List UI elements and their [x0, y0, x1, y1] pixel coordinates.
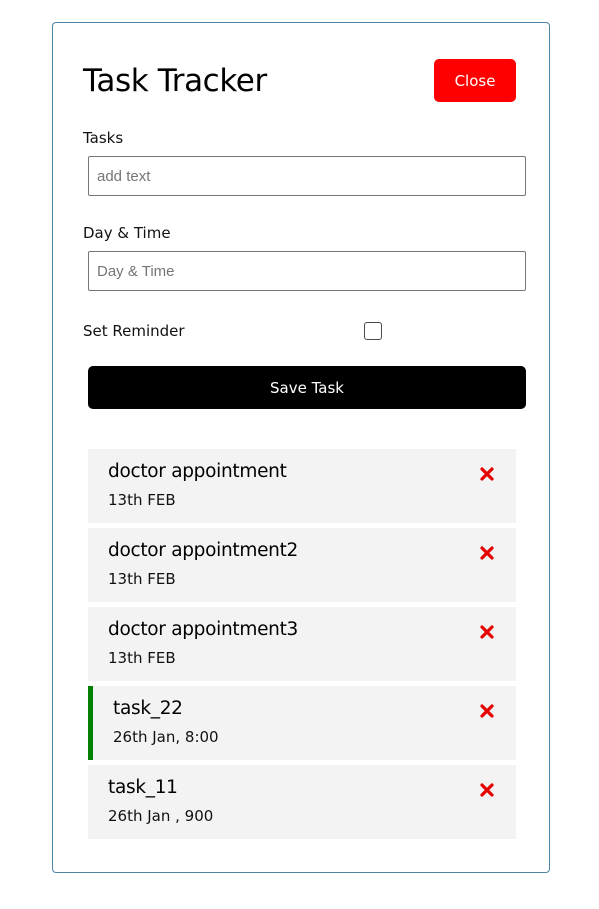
task-item[interactable]: doctor appointment3 13th FEB [88, 607, 516, 681]
task-list: doctor appointment 13th FEB doctor appoi… [88, 449, 516, 844]
task-field-label: Tasks [83, 129, 124, 147]
set-reminder-checkbox[interactable] [364, 322, 382, 340]
task-title: doctor appointment2 [108, 540, 299, 561]
delete-x-icon[interactable] [479, 545, 495, 561]
task-title: doctor appointment3 [108, 619, 299, 640]
task-day: 26th Jan , 900 [108, 807, 214, 825]
day-time-field-label: Day & Time [83, 224, 171, 242]
page-title: Task Tracker [83, 63, 267, 99]
task-day: 26th Jan, 8:00 [113, 728, 219, 746]
task-title: doctor appointment [108, 461, 287, 482]
task-title: task_22 [113, 698, 183, 719]
close-button[interactable]: Close [434, 59, 516, 102]
task-day: 13th FEB [108, 570, 176, 588]
task-item-reminder[interactable]: task_22 26th Jan, 8:00 [88, 686, 516, 760]
day-time-input[interactable] [88, 251, 526, 291]
header: Task Tracker Close [83, 59, 516, 103]
task-item[interactable]: task_11 26th Jan , 900 [88, 765, 516, 839]
save-task-button[interactable]: Save Task [88, 366, 526, 409]
delete-x-icon[interactable] [479, 782, 495, 798]
task-day: 13th FEB [108, 491, 176, 509]
task-tracker-panel: Task Tracker Close Tasks Day & Time Set … [52, 22, 550, 873]
task-item[interactable]: doctor appointment 13th FEB [88, 449, 516, 523]
set-reminder-label: Set Reminder [83, 322, 185, 340]
delete-x-icon[interactable] [479, 703, 495, 719]
task-item[interactable]: doctor appointment2 13th FEB [88, 528, 516, 602]
task-input[interactable] [88, 156, 526, 196]
delete-x-icon[interactable] [479, 466, 495, 482]
task-day: 13th FEB [108, 649, 176, 667]
delete-x-icon[interactable] [479, 624, 495, 640]
task-title: task_11 [108, 777, 178, 798]
